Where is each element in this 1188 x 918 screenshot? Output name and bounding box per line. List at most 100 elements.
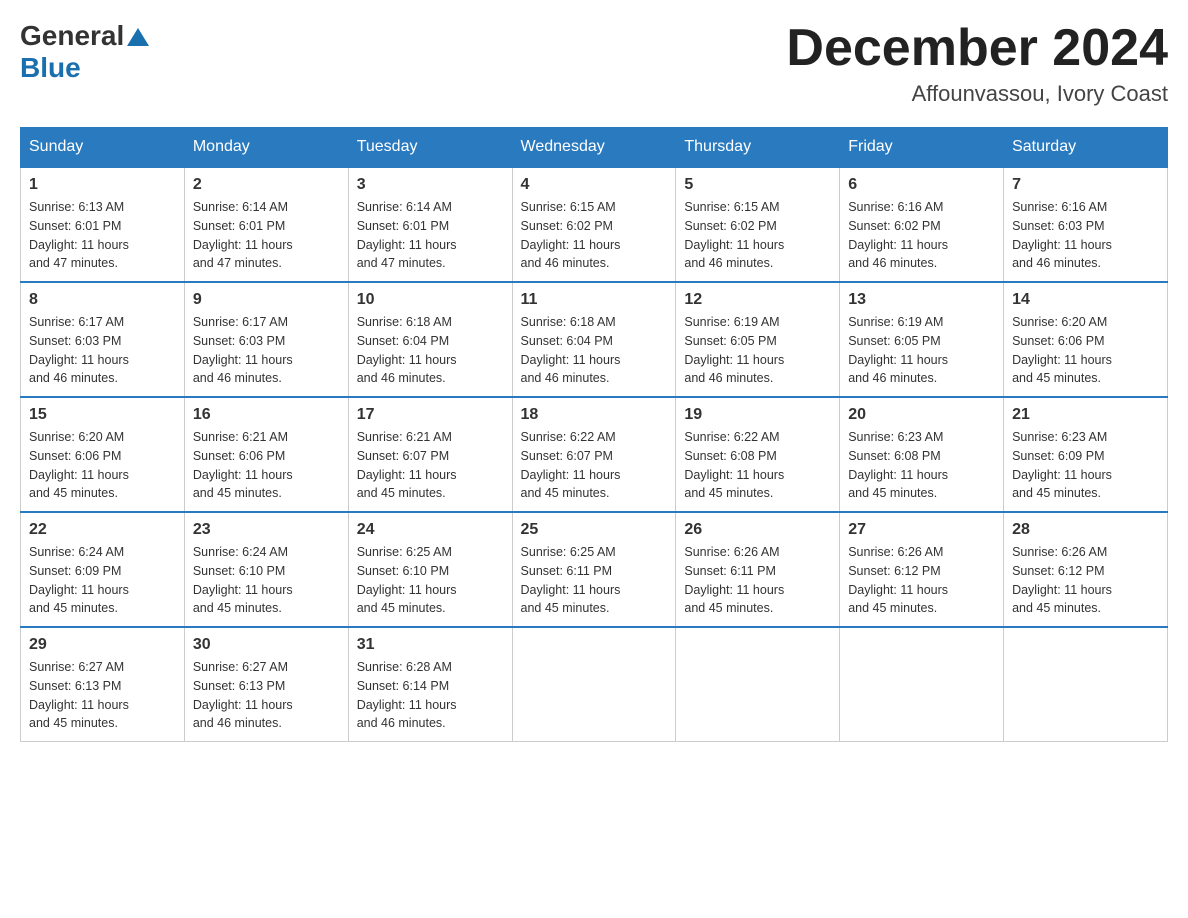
calendar-week-row: 22 Sunrise: 6:24 AMSunset: 6:09 PMDayligh… — [21, 512, 1168, 627]
day-info: Sunrise: 6:21 AMSunset: 6:07 PMDaylight:… — [357, 428, 504, 503]
page-header: General Blue December 2024 Affounvassou,… — [20, 20, 1168, 107]
calendar-cell: 2 Sunrise: 6:14 AMSunset: 6:01 PMDaylight… — [184, 167, 348, 282]
day-info: Sunrise: 6:23 AMSunset: 6:09 PMDaylight:… — [1012, 428, 1159, 503]
calendar-cell: 18 Sunrise: 6:22 AMSunset: 6:07 PMDayligh… — [512, 397, 676, 512]
weekday-header-tuesday: Tuesday — [348, 128, 512, 168]
day-number: 24 — [357, 521, 504, 539]
day-number: 22 — [29, 521, 176, 539]
calendar-cell: 8Sunrise: 6:17 AMSunset: 6:03 PMDaylight… — [21, 282, 185, 397]
day-info: Sunrise: 6:18 AMSunset: 6:04 PMDaylight:… — [521, 313, 668, 388]
day-info: Sunrise: 6:28 AMSunset: 6:14 PMDaylight:… — [357, 658, 504, 733]
calendar-cell: 9 Sunrise: 6:17 AMSunset: 6:03 PMDaylight… — [184, 282, 348, 397]
day-info: Sunrise: 6:24 AMSunset: 6:09 PMDaylight:… — [29, 543, 176, 618]
calendar-cell: 31 Sunrise: 6:28 AMSunset: 6:14 PMDayligh… — [348, 627, 512, 742]
day-info: Sunrise: 6:14 AMSunset: 6:01 PMDaylight:… — [193, 198, 340, 273]
calendar-cell — [676, 627, 840, 742]
calendar-cell: 1Sunrise: 6:13 AMSunset: 6:01 PMDaylight… — [21, 167, 185, 282]
day-number: 21 — [1012, 406, 1159, 424]
calendar-cell: 29 Sunrise: 6:27 AMSunset: 6:13 PMDayligh… — [21, 627, 185, 742]
day-info: Sunrise: 6:13 AMSunset: 6:01 PMDaylight:… — [29, 198, 176, 273]
calendar-header-row: SundayMondayTuesdayWednesdayThursdayFrid… — [21, 128, 1168, 168]
day-number: 15 — [29, 406, 176, 424]
day-number: 19 — [684, 406, 831, 424]
calendar-cell: 20 Sunrise: 6:23 AMSunset: 6:08 PMDayligh… — [840, 397, 1004, 512]
calendar-cell: 14 Sunrise: 6:20 AMSunset: 6:06 PMDayligh… — [1004, 282, 1168, 397]
weekday-header-thursday: Thursday — [676, 128, 840, 168]
calendar-cell — [1004, 627, 1168, 742]
day-info: Sunrise: 6:24 AMSunset: 6:10 PMDaylight:… — [193, 543, 340, 618]
day-info: Sunrise: 6:16 AMSunset: 6:02 PMDaylight:… — [848, 198, 995, 273]
calendar-cell: 23Sunrise: 6:24 AMSunset: 6:10 PMDayligh… — [184, 512, 348, 627]
day-number: 4 — [521, 176, 668, 194]
day-info: Sunrise: 6:15 AMSunset: 6:02 PMDaylight:… — [684, 198, 831, 273]
day-number: 10 — [357, 291, 504, 309]
calendar-cell: 15 Sunrise: 6:20 AMSunset: 6:06 PMDayligh… — [21, 397, 185, 512]
calendar-cell: 3 Sunrise: 6:14 AMSunset: 6:01 PMDaylight… — [348, 167, 512, 282]
weekday-header-monday: Monday — [184, 128, 348, 168]
calendar-cell: 24 Sunrise: 6:25 AMSunset: 6:10 PMDayligh… — [348, 512, 512, 627]
calendar-cell: 27Sunrise: 6:26 AMSunset: 6:12 PMDayligh… — [840, 512, 1004, 627]
day-info: Sunrise: 6:19 AMSunset: 6:05 PMDaylight:… — [684, 313, 831, 388]
logo-triangle-icon — [127, 26, 149, 48]
calendar-cell: 25Sunrise: 6:25 AMSunset: 6:11 PMDayligh… — [512, 512, 676, 627]
day-number: 16 — [193, 406, 340, 424]
day-number: 6 — [848, 176, 995, 194]
day-info: Sunrise: 6:25 AMSunset: 6:11 PMDaylight:… — [521, 543, 668, 618]
day-info: Sunrise: 6:17 AMSunset: 6:03 PMDaylight:… — [193, 313, 340, 388]
weekday-header-sunday: Sunday — [21, 128, 185, 168]
logo-blue-text: Blue — [20, 52, 81, 83]
day-number: 13 — [848, 291, 995, 309]
logo-general-text: General — [20, 20, 124, 52]
calendar-cell: 19Sunrise: 6:22 AMSunset: 6:08 PMDayligh… — [676, 397, 840, 512]
calendar-cell: 22 Sunrise: 6:24 AMSunset: 6:09 PMDayligh… — [21, 512, 185, 627]
calendar-cell: 12 Sunrise: 6:19 AMSunset: 6:05 PMDayligh… — [676, 282, 840, 397]
day-info: Sunrise: 6:20 AMSunset: 6:06 PMDaylight:… — [1012, 313, 1159, 388]
calendar-cell: 4 Sunrise: 6:15 AMSunset: 6:02 PMDaylight… — [512, 167, 676, 282]
day-number: 31 — [357, 636, 504, 654]
day-number: 30 — [193, 636, 340, 654]
calendar-cell: 10 Sunrise: 6:18 AMSunset: 6:04 PMDayligh… — [348, 282, 512, 397]
day-number: 18 — [521, 406, 668, 424]
weekday-header-wednesday: Wednesday — [512, 128, 676, 168]
day-number: 14 — [1012, 291, 1159, 309]
day-number: 28 — [1012, 521, 1159, 539]
day-number: 5 — [684, 176, 831, 194]
calendar-cell: 17Sunrise: 6:21 AMSunset: 6:07 PMDayligh… — [348, 397, 512, 512]
weekday-header-friday: Friday — [840, 128, 1004, 168]
calendar-cell: 11 Sunrise: 6:18 AMSunset: 6:04 PMDayligh… — [512, 282, 676, 397]
day-info: Sunrise: 6:18 AMSunset: 6:04 PMDaylight:… — [357, 313, 504, 388]
day-info: Sunrise: 6:21 AMSunset: 6:06 PMDaylight:… — [193, 428, 340, 503]
day-info: Sunrise: 6:23 AMSunset: 6:08 PMDaylight:… — [848, 428, 995, 503]
day-number: 12 — [684, 291, 831, 309]
day-info: Sunrise: 6:26 AMSunset: 6:12 PMDaylight:… — [848, 543, 995, 618]
day-info: Sunrise: 6:27 AMSunset: 6:13 PMDaylight:… — [29, 658, 176, 733]
day-number: 20 — [848, 406, 995, 424]
calendar-cell: 6 Sunrise: 6:16 AMSunset: 6:02 PMDaylight… — [840, 167, 1004, 282]
day-info: Sunrise: 6:17 AMSunset: 6:03 PMDaylight:… — [29, 313, 176, 388]
location-title: Affounvassou, Ivory Coast — [786, 81, 1168, 107]
month-title: December 2024 — [786, 20, 1168, 77]
calendar-cell: 5 Sunrise: 6:15 AMSunset: 6:02 PMDaylight… — [676, 167, 840, 282]
weekday-header-saturday: Saturday — [1004, 128, 1168, 168]
day-info: Sunrise: 6:15 AMSunset: 6:02 PMDaylight:… — [521, 198, 668, 273]
day-info: Sunrise: 6:25 AMSunset: 6:10 PMDaylight:… — [357, 543, 504, 618]
day-info: Sunrise: 6:19 AMSunset: 6:05 PMDaylight:… — [848, 313, 995, 388]
day-number: 7 — [1012, 176, 1159, 194]
day-info: Sunrise: 6:26 AMSunset: 6:11 PMDaylight:… — [684, 543, 831, 618]
calendar-cell: 16 Sunrise: 6:21 AMSunset: 6:06 PMDayligh… — [184, 397, 348, 512]
day-number: 26 — [684, 521, 831, 539]
day-number: 2 — [193, 176, 340, 194]
title-block: December 2024 Affounvassou, Ivory Coast — [786, 20, 1168, 107]
day-number: 11 — [521, 291, 668, 309]
calendar-week-row: 1Sunrise: 6:13 AMSunset: 6:01 PMDaylight… — [21, 167, 1168, 282]
calendar-cell: 7 Sunrise: 6:16 AMSunset: 6:03 PMDaylight… — [1004, 167, 1168, 282]
calendar-week-row: 29 Sunrise: 6:27 AMSunset: 6:13 PMDayligh… — [21, 627, 1168, 742]
day-info: Sunrise: 6:20 AMSunset: 6:06 PMDaylight:… — [29, 428, 176, 503]
day-info: Sunrise: 6:22 AMSunset: 6:07 PMDaylight:… — [521, 428, 668, 503]
day-number: 29 — [29, 636, 176, 654]
day-info: Sunrise: 6:14 AMSunset: 6:01 PMDaylight:… — [357, 198, 504, 273]
day-number: 3 — [357, 176, 504, 194]
day-number: 9 — [193, 291, 340, 309]
day-info: Sunrise: 6:16 AMSunset: 6:03 PMDaylight:… — [1012, 198, 1159, 273]
calendar-cell: 28Sunrise: 6:26 AMSunset: 6:12 PMDayligh… — [1004, 512, 1168, 627]
